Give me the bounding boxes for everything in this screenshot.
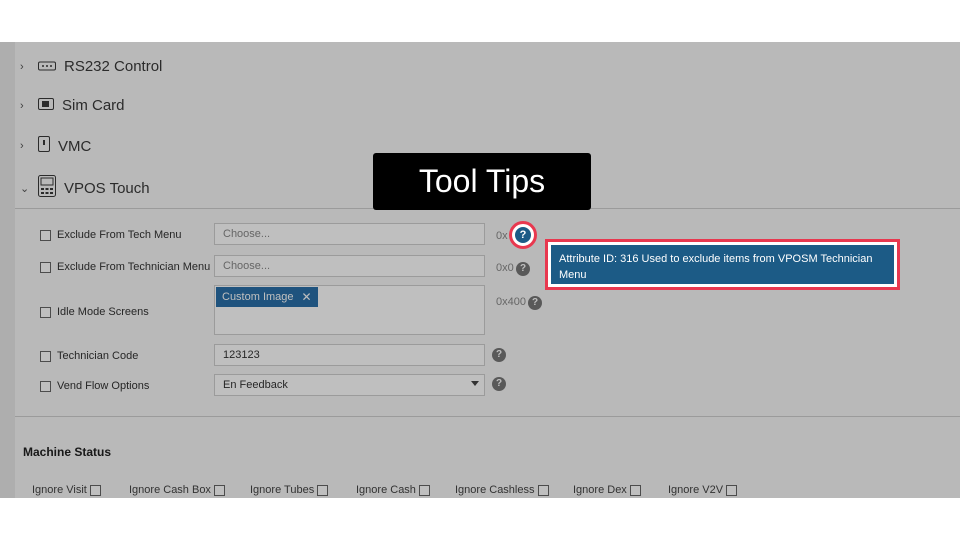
tool-tips-banner: Tool Tips bbox=[373, 153, 591, 210]
highlighted-help-icon[interactable]: ? bbox=[509, 221, 537, 249]
help-icon[interactable]: ? bbox=[515, 227, 531, 243]
tooltip-popup: Attribute ID: 316 Used to exclude items … bbox=[551, 245, 894, 284]
tooltip-highlight-frame: Attribute ID: 316 Used to exclude items … bbox=[545, 239, 900, 290]
